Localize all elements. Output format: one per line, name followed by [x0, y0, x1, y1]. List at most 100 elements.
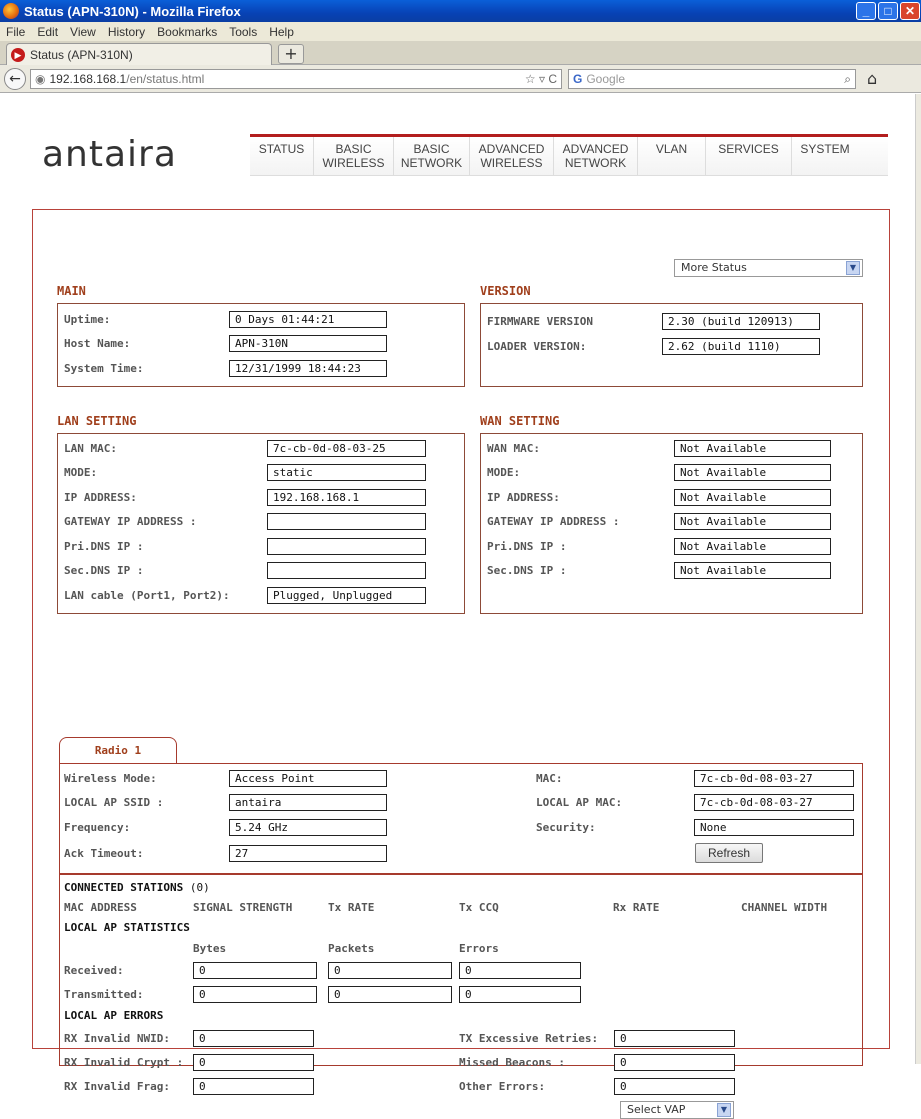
nav-advanced-network[interactable]: ADVANCED NETWORK: [554, 137, 638, 175]
local-ap-mac-value: 7c-cb-0d-08-03-27: [694, 794, 854, 811]
page-content: antaira STATUS BASIC WIRELESS BASIC NETWOR…: [0, 94, 915, 1119]
wan-pri-dns-value: Not Available: [674, 538, 831, 555]
security-value: None: [694, 819, 854, 836]
system-time-label: System Time:: [64, 362, 144, 375]
nav-system[interactable]: SYSTEM: [792, 137, 858, 175]
transmitted-bytes: 0: [193, 986, 317, 1003]
wan-mac-label: WAN MAC:: [487, 442, 540, 455]
select-vap[interactable]: Select VAP ▼: [620, 1101, 734, 1119]
rx-invalid-frag-label: RX Invalid Frag:: [64, 1080, 170, 1093]
wan-mode-label: MODE:: [487, 466, 521, 479]
nav-vlan[interactable]: VLAN: [638, 137, 706, 175]
globe-icon: ◉: [35, 72, 46, 86]
menu-history[interactable]: History: [102, 25, 151, 39]
received-bytes: 0: [193, 962, 317, 979]
version-title: VERSION: [480, 284, 531, 298]
menu-edit[interactable]: Edit: [31, 25, 64, 39]
search-input[interactable]: G Google ⌕: [568, 69, 856, 89]
firmware-version-label: FIRMWARE VERSION: [487, 315, 593, 328]
nav-advanced-wireless[interactable]: ADVANCED WIRELESS: [470, 137, 554, 175]
close-button[interactable]: ✕: [900, 2, 920, 20]
menu-help[interactable]: Help: [263, 25, 300, 39]
menu-bookmarks[interactable]: Bookmarks: [151, 25, 223, 39]
tab-favicon-icon: ▶: [11, 47, 25, 62]
wan-sec-dns-value: Not Available: [674, 562, 831, 579]
lan-ip-value: 192.168.168.1: [267, 489, 426, 506]
wireless-mode-value: Access Point: [229, 770, 387, 787]
lan-cable-value: Plugged, Unplugged: [267, 587, 426, 604]
lan-mode-label: MODE:: [64, 466, 98, 479]
wan-ip-value: Not Available: [674, 489, 831, 506]
home-icon[interactable]: ⌂: [867, 69, 877, 88]
rx-invalid-crypt-label: RX Invalid Crypt :: [64, 1056, 184, 1069]
host-name-value: APN-310N: [229, 335, 387, 352]
lan-mode-value: static: [267, 464, 426, 481]
lan-sec-dns-label: Sec.DNS IP :: [64, 564, 144, 577]
firefox-icon: [3, 3, 19, 19]
loader-version-label: LOADER VERSION:: [487, 340, 587, 353]
lan-setting-title: LAN SETTING: [57, 414, 137, 428]
lan-pri-dns-label: Pri.DNS IP :: [64, 540, 144, 553]
menu-tools[interactable]: Tools: [223, 25, 263, 39]
ssid-label: LOCAL AP SSID :: [64, 796, 164, 809]
col-bytes: Bytes: [193, 942, 227, 955]
maximize-button[interactable]: □: [878, 2, 898, 20]
connected-stations-count: (0): [189, 881, 210, 894]
lan-gateway-label: GATEWAY IP ADDRESS :: [64, 515, 197, 528]
frequency-label: Frequency:: [64, 821, 131, 834]
scrollbar[interactable]: [915, 94, 921, 1064]
nav-basic-wireless[interactable]: BASIC WIRELESS: [314, 137, 394, 175]
bookmark-star-icon[interactable]: ☆ ▿ C: [525, 72, 557, 86]
chevron-down-icon: ▼: [717, 1103, 731, 1117]
chevron-down-icon: ▼: [846, 261, 860, 275]
rx-invalid-nwid-value: 0: [193, 1030, 314, 1047]
col-signal-strength: SIGNAL STRENGTH: [193, 901, 293, 914]
url-host: 192.168.168.1: [49, 72, 127, 86]
menu-view[interactable]: View: [64, 25, 102, 39]
mac-label: MAC:: [536, 772, 563, 785]
loader-version-value: 2.62 (build 1110): [662, 338, 820, 355]
menu-file[interactable]: File: [0, 25, 31, 39]
col-rx-rate: Rx RATE: [613, 901, 660, 914]
window-titlebar: Status (APN-310N) - Mozilla Firefox _ □ …: [0, 0, 921, 22]
lan-ip-label: IP ADDRESS:: [64, 491, 137, 504]
nav-basic-network[interactable]: BASIC NETWORK: [394, 137, 470, 175]
refresh-button[interactable]: Refresh: [695, 843, 763, 863]
col-tx-ccq: Tx CCQ: [459, 901, 499, 914]
col-channel-width: CHANNEL WIDTH: [741, 901, 828, 914]
nav-services[interactable]: SERVICES: [706, 137, 792, 175]
url-input[interactable]: ◉ 192.168.168.1/en/status.html ☆ ▿ C: [30, 69, 562, 89]
col-errors: Errors: [459, 942, 499, 955]
col-packets: Packets: [328, 942, 375, 955]
search-icon[interactable]: ⌕: [844, 72, 851, 87]
search-placeholder: Google: [586, 72, 626, 86]
browser-tab[interactable]: ▶ Status (APN-310N): [6, 43, 272, 65]
more-status-select[interactable]: More Status ▼: [674, 259, 863, 277]
received-packets: 0: [328, 962, 452, 979]
firmware-version-value: 2.30 (build 120913): [662, 313, 820, 330]
new-tab-button[interactable]: +: [278, 44, 304, 64]
col-tx-rate: Tx RATE: [328, 901, 375, 914]
wan-gateway-value: Not Available: [674, 513, 831, 530]
tab-bar: ▶ Status (APN-310N) +: [0, 41, 921, 65]
local-ap-errors-title: LOCAL AP ERRORS: [64, 1009, 164, 1022]
wan-setting-title: WAN SETTING: [480, 414, 560, 428]
rx-invalid-nwid-label: RX Invalid NWID:: [64, 1032, 170, 1045]
tab-radio-1[interactable]: Radio 1: [59, 737, 177, 763]
menu-bar: File Edit View History Bookmarks Tools H…: [0, 22, 921, 41]
navigation-bar: ← ◉ 192.168.168.1/en/status.html ☆ ▿ C G…: [0, 65, 921, 93]
connected-stations-title: CONNECTED STATIONS (0): [64, 881, 210, 894]
wan-pri-dns-label: Pri.DNS IP :: [487, 540, 567, 553]
minimize-button[interactable]: _: [856, 2, 876, 20]
mac-value: 7c-cb-0d-08-03-27: [694, 770, 854, 787]
lan-mac-label: LAN MAC:: [64, 442, 117, 455]
wan-ip-label: IP ADDRESS:: [487, 491, 560, 504]
nav-status[interactable]: STATUS: [250, 137, 314, 175]
wan-sec-dns-label: Sec.DNS IP :: [487, 564, 567, 577]
back-arrow-icon[interactable]: ←: [4, 68, 26, 90]
received-errors: 0: [459, 962, 581, 979]
tx-excessive-retries-value: 0: [614, 1030, 735, 1047]
missed-beacons-value: 0: [614, 1054, 735, 1071]
transmitted-label: Transmitted:: [64, 988, 144, 1001]
rx-invalid-crypt-value: 0: [193, 1054, 314, 1071]
